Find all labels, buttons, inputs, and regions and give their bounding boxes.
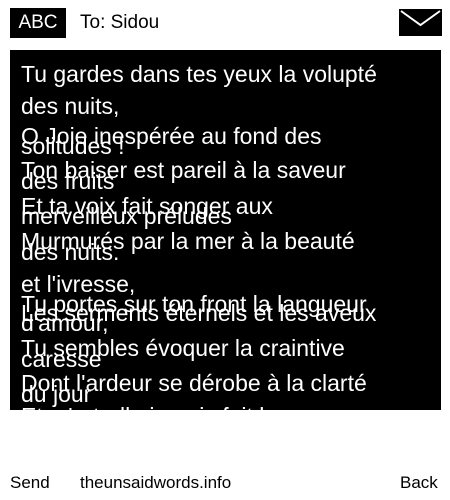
envelope-icon bbox=[399, 9, 442, 36]
message-line: merveilleux préludes bbox=[21, 203, 232, 229]
message-line: des fruits bbox=[21, 168, 115, 194]
recipient-line[interactable]: To: Sidou bbox=[80, 10, 159, 36]
site-label: theunsaidwords.info bbox=[80, 473, 232, 492]
message-line: des nuits, bbox=[21, 93, 120, 119]
message-line: des nuits. bbox=[21, 239, 120, 265]
softkey-bar: Send theunsaidwords.info Back bbox=[0, 470, 450, 500]
message-header: ABC To: Sidou bbox=[0, 0, 450, 46]
back-softkey[interactable]: Back bbox=[400, 472, 438, 494]
send-softkey[interactable]: Send bbox=[10, 472, 50, 494]
input-mode-indicator: ABC bbox=[10, 8, 66, 38]
message-line: Et m'a-t-elle jamais fait le bbox=[21, 402, 277, 410]
message-body-textarea[interactable]: Tu gardes dans tes yeux la volupté des n… bbox=[10, 50, 441, 410]
message-line: d'amour, bbox=[21, 310, 109, 336]
message-line: Tu gardes dans tes yeux la volupté bbox=[21, 61, 377, 87]
